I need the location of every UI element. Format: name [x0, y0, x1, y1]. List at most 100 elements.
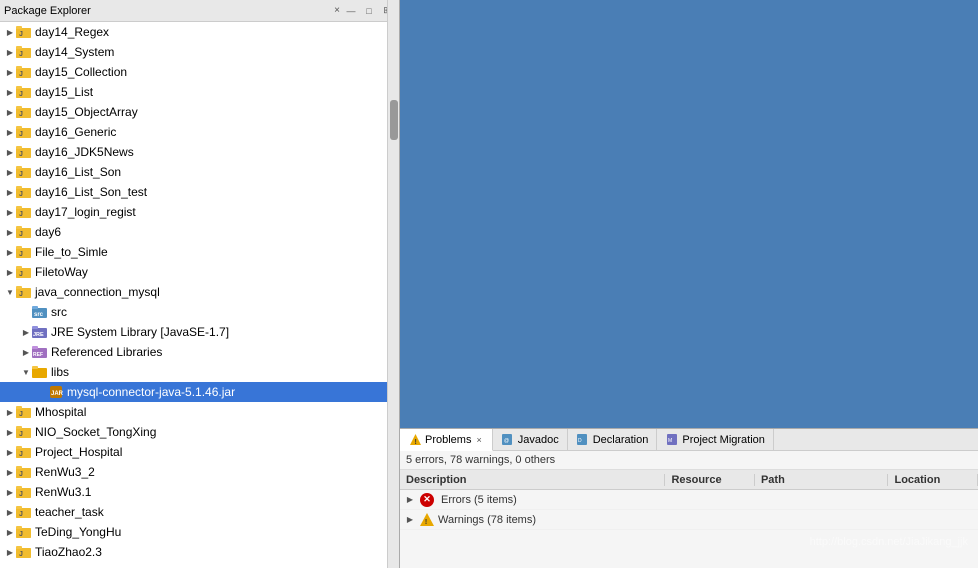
- tab-declaration[interactable]: DDeclaration: [568, 429, 658, 451]
- tree-item-Project_Hospital[interactable]: J Project_Hospital: [0, 442, 399, 462]
- tree-arrow-jre_system[interactable]: [20, 326, 32, 338]
- expand-arrow-1[interactable]: ▶: [404, 514, 416, 526]
- tree-icon-FiletoWay: J: [16, 264, 32, 280]
- tree-item-day15_List[interactable]: J day15_List: [0, 82, 399, 102]
- svg-text:REF: REF: [33, 352, 43, 358]
- svg-text:!: !: [414, 439, 416, 446]
- tab-project_migration[interactable]: MProject Migration: [657, 429, 774, 451]
- tree-arrow-RenWu3_2[interactable]: [4, 466, 16, 478]
- tree-item-java_connection_mysql[interactable]: J java_connection_mysql: [0, 282, 399, 302]
- tree-item-day15_ObjectArray[interactable]: J day15_ObjectArray: [0, 102, 399, 122]
- tree-item-day16_List_Son[interactable]: J day16_List_Son: [0, 162, 399, 182]
- tree-arrow-RenWu3.1[interactable]: [4, 486, 16, 498]
- tree-label-src: src: [51, 305, 67, 319]
- problems-desc-1: !Warnings (78 items): [416, 513, 670, 527]
- tree-arrow-java_connection_mysql[interactable]: [4, 286, 16, 298]
- tree-arrow-day15_ObjectArray[interactable]: [4, 106, 16, 118]
- tree-arrow-File_to_Simle[interactable]: [4, 246, 16, 258]
- tree-arrow-day16_Generic[interactable]: [4, 126, 16, 138]
- tree-label-day6: day6: [35, 225, 61, 239]
- svg-text:J: J: [19, 71, 23, 78]
- tree-arrow-day15_List[interactable]: [4, 86, 16, 98]
- tree-label-day15_ObjectArray: day15_ObjectArray: [35, 105, 138, 119]
- tab-javadoc[interactable]: @Javadoc: [493, 429, 568, 451]
- problems-table: DescriptionResourcePathLocation ▶✕Errors…: [400, 470, 978, 568]
- tree-arrow-day14_Regex[interactable]: [4, 26, 16, 38]
- tree-icon-TiaoZhao2.3: J: [16, 544, 32, 560]
- tree-item-TiaoZhao2.3[interactable]: J TiaoZhao2.3: [0, 542, 399, 562]
- svg-text:J: J: [19, 411, 23, 418]
- tree-item-jre_system[interactable]: JRE JRE System Library [JavaSE-1.7]: [0, 322, 399, 342]
- tree-item-TeDing_YongHu[interactable]: J TeDing_YongHu: [0, 522, 399, 542]
- tree-item-FiletoWay[interactable]: J FiletoWay: [0, 262, 399, 282]
- status-bar: 5 errors, 78 warnings, 0 others: [400, 451, 978, 470]
- tree-arrow-libs[interactable]: [20, 366, 32, 378]
- tree-arrow-day6[interactable]: [4, 226, 16, 238]
- tree-arrow-teacher_task[interactable]: [4, 506, 16, 518]
- tree-item-day17_login_regist[interactable]: J day17_login_regist: [0, 202, 399, 222]
- resize-handle[interactable]: [387, 0, 399, 568]
- expand-arrow-0[interactable]: ▶: [404, 494, 416, 506]
- svg-text:J: J: [19, 291, 23, 298]
- tree-label-teacher_task: teacher_task: [35, 505, 104, 519]
- minimize-icon[interactable]: —: [343, 3, 359, 19]
- tree-arrow-FiletoWay[interactable]: [4, 266, 16, 278]
- tree-icon-day16_JDK5News: J: [16, 144, 32, 160]
- tree-label-NIO_Socket_TongXing: NIO_Socket_TongXing: [35, 425, 156, 439]
- tree-arrow-Project_Hospital[interactable]: [4, 446, 16, 458]
- package-explorer-tree[interactable]: J day14_Regex J day14_System J day15_Col…: [0, 22, 399, 568]
- tree-arrow-TiaoZhao2.3[interactable]: [4, 546, 16, 558]
- tree-arrow-ref_libs[interactable]: [20, 346, 32, 358]
- tree-arrow-day16_List_Son[interactable]: [4, 166, 16, 178]
- tree-arrow-Mhospital[interactable]: [4, 406, 16, 418]
- tree-label-day14_Regex: day14_Regex: [35, 25, 109, 39]
- tree-item-src[interactable]: src src: [0, 302, 399, 322]
- tree-arrow-day16_JDK5News[interactable]: [4, 146, 16, 158]
- tree-arrow-day14_System[interactable]: [4, 46, 16, 58]
- tree-item-day15_Collection[interactable]: J day15_Collection: [0, 62, 399, 82]
- tree-arrow-day15_Collection[interactable]: [4, 66, 16, 78]
- tree-arrow-day17_login_regist[interactable]: [4, 206, 16, 218]
- svg-text:!: !: [425, 519, 427, 526]
- problems-row-1[interactable]: ▶!Warnings (78 items): [400, 510, 978, 530]
- svg-text:J: J: [19, 451, 23, 458]
- tree-item-teacher_task[interactable]: J teacher_task: [0, 502, 399, 522]
- tree-item-day6[interactable]: J day6: [0, 222, 399, 242]
- tree-icon-day6: J: [16, 224, 32, 240]
- tree-item-day14_System[interactable]: J day14_System: [0, 42, 399, 62]
- tree-item-File_to_Simle[interactable]: J File_to_Simle: [0, 242, 399, 262]
- tree-icon-day16_List_Son: J: [16, 164, 32, 180]
- tree-item-libs[interactable]: libs: [0, 362, 399, 382]
- svg-text:JAR: JAR: [51, 391, 64, 397]
- tab-label-project_migration: Project Migration: [682, 434, 765, 446]
- tree-item-ref_libs[interactable]: REF Referenced Libraries: [0, 342, 399, 362]
- tree-item-RenWu3_2[interactable]: J RenWu3_2: [0, 462, 399, 482]
- tree-arrow-TeDing_YongHu[interactable]: [4, 526, 16, 538]
- tree-item-day16_List_Son_test[interactable]: J day16_List_Son_test: [0, 182, 399, 202]
- col-header-resource: Resource: [665, 474, 755, 486]
- panel-close-button[interactable]: ×: [331, 5, 343, 16]
- tree-item-day16_JDK5News[interactable]: J day16_JDK5News: [0, 142, 399, 162]
- tab-problems[interactable]: !Problems×: [400, 429, 493, 451]
- tab-close-problems[interactable]: ×: [474, 435, 483, 445]
- maximize-icon[interactable]: □: [361, 3, 377, 19]
- tree-item-RenWu3.1[interactable]: J RenWu3.1: [0, 482, 399, 502]
- tree-label-day15_Collection: day15_Collection: [35, 65, 127, 79]
- tree-icon-day14_System: J: [16, 44, 32, 60]
- tree-arrow-day16_List_Son_test[interactable]: [4, 186, 16, 198]
- tree-item-NIO_Socket_TongXing[interactable]: J NIO_Socket_TongXing: [0, 422, 399, 442]
- tree-label-File_to_Simle: File_to_Simle: [35, 245, 108, 259]
- tree-label-TeDing_YongHu: TeDing_YongHu: [35, 525, 121, 539]
- tree-item-day14_Regex[interactable]: J day14_Regex: [0, 22, 399, 42]
- tree-item-Mhospital[interactable]: J Mhospital: [0, 402, 399, 422]
- tree-item-mysql_jar[interactable]: JAR mysql-connector-java-5.1.46.jar: [0, 382, 399, 402]
- tree-label-day15_List: day15_List: [35, 85, 93, 99]
- problems-row-0[interactable]: ▶✕Errors (5 items): [400, 490, 978, 510]
- tree-arrow-NIO_Socket_TongXing[interactable]: [4, 426, 16, 438]
- tree-label-day16_Generic: day16_Generic: [35, 125, 116, 139]
- tree-item-day16_Generic[interactable]: J day16_Generic: [0, 122, 399, 142]
- problems-list: ▶✕Errors (5 items)▶!Warnings (78 items): [400, 490, 978, 530]
- tree-label-day14_System: day14_System: [35, 45, 114, 59]
- problems-label-0: Errors (5 items): [441, 494, 517, 506]
- tree-icon-jre_system: JRE: [32, 324, 48, 340]
